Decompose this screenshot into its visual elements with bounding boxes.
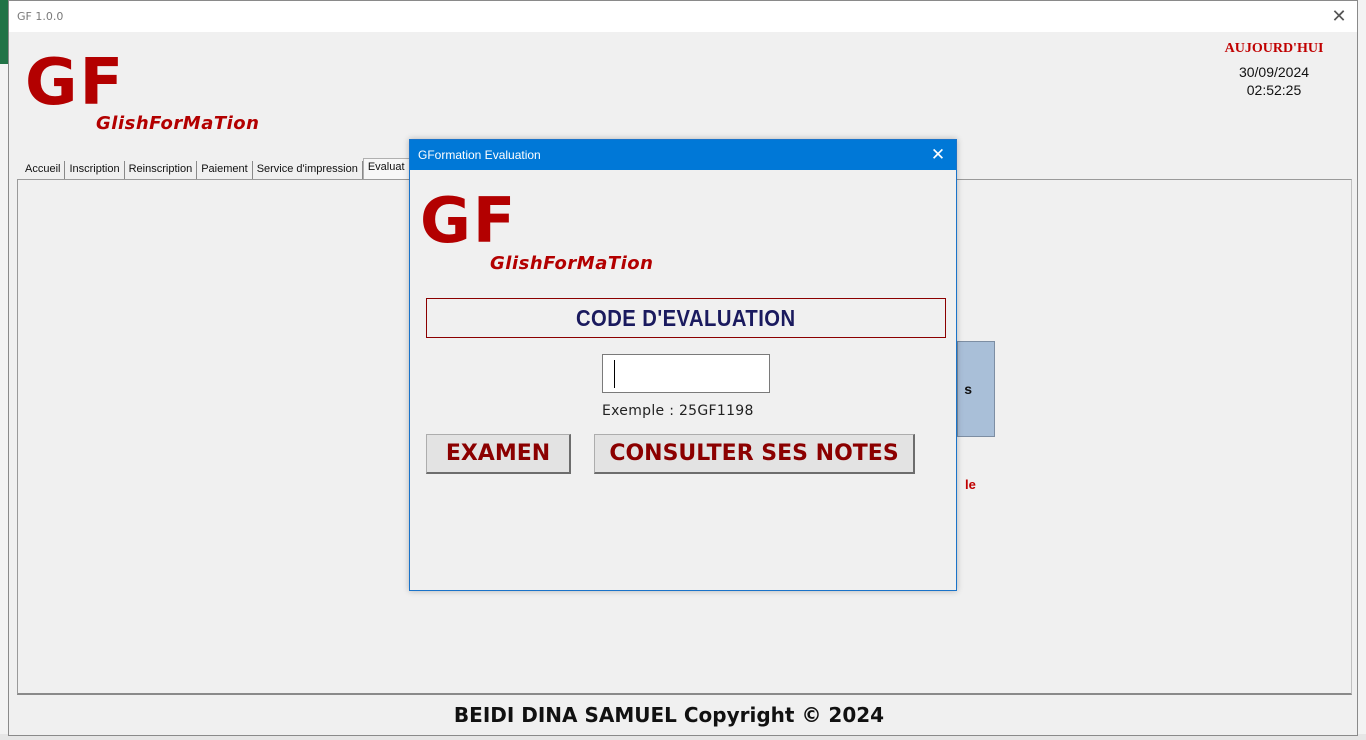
main-titlebar[interactable]: GF 1.0.0 ✕ (9, 1, 1357, 32)
code-header: CODE D'EVALUATION (426, 298, 946, 338)
view-notes-button[interactable]: CONSULTER SES NOTES (594, 434, 915, 474)
dialog-logo: GF GlishForMaTion (420, 184, 653, 275)
tab-inscription[interactable]: Inscription (65, 161, 125, 179)
background-button-label: s (964, 381, 972, 397)
code-header-label: CODE D'EVALUATION (576, 304, 796, 331)
logo-gf-text: GF (420, 184, 518, 257)
date-label: AUJOURD'HUI (1224, 41, 1324, 56)
close-icon[interactable]: ✕ (928, 145, 948, 165)
background-button-partial[interactable]: s (957, 341, 995, 437)
background-excel-ribbon (0, 0, 8, 64)
evaluation-code-input[interactable] (602, 354, 770, 393)
tab-reinscription[interactable]: Reinscription (124, 161, 198, 179)
tab-accueil[interactable]: Accueil (21, 161, 66, 179)
tab-service-impression[interactable]: Service d'impression (252, 161, 363, 179)
close-icon[interactable]: ✕ (1329, 6, 1349, 27)
window-title: GF 1.0.0 (17, 10, 64, 23)
exam-button[interactable]: EXAMEN (426, 434, 571, 474)
evaluation-dialog: GFormation Evaluation ✕ GF GlishForMaTio… (409, 139, 957, 591)
tab-evaluation[interactable]: Evaluat (362, 158, 410, 179)
footer-copyright: BEIDI DINA SAMUEL Copyright © 2024 (453, 703, 885, 727)
date-block: AUJOURD'HUI 30/09/2024 02:52:25 (1209, 41, 1339, 99)
logo-subtitle: GlishForMaTion (96, 113, 260, 134)
background-red-text: le (965, 477, 976, 492)
tabstrip: Accueil Inscription Reinscription Paieme… (21, 158, 410, 179)
time-value: 02:52:25 (1246, 82, 1302, 98)
date-value: 30/09/2024 (1238, 64, 1310, 80)
tab-paiement[interactable]: Paiement (197, 161, 253, 179)
logo-gf-text: GF (25, 46, 126, 120)
text-caret (614, 360, 615, 388)
logo-subtitle: GlishForMaTion (490, 253, 654, 274)
main-logo: GF GlishForMaTion (25, 46, 259, 134)
dialog-title: GFormation Evaluation (418, 148, 541, 162)
dialog-titlebar[interactable]: GFormation Evaluation ✕ (410, 140, 956, 170)
example-hint: Exemple : 25GF1198 (602, 403, 754, 419)
